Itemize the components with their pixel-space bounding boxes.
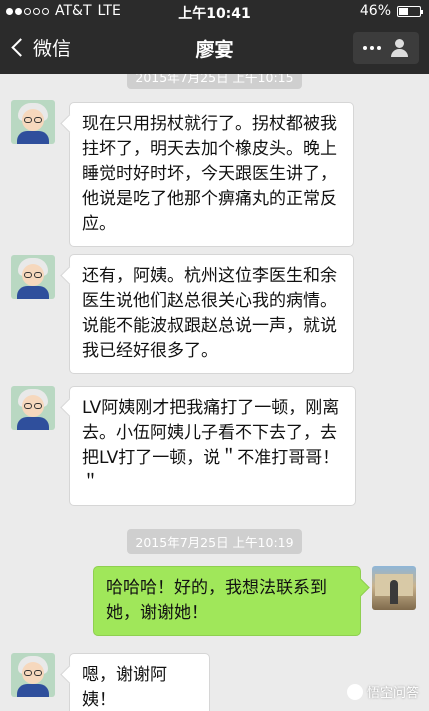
message-bubble[interactable]: LV阿姨刚才把我痛打了一顿，刚离去。小伍阿姨儿子看不下去了，去把LV打了一顿，说…	[69, 386, 356, 506]
contact-avatar[interactable]	[11, 386, 55, 430]
status-right: 46%	[359, 3, 423, 19]
message-bubble[interactable]: 还有，阿姨。杭州这位李医生和余医生说他们赵总很关心我的病情。说能不能波叔跟赵总说…	[69, 254, 354, 374]
chat-info-button[interactable]	[353, 32, 419, 64]
battery-percent: 46%	[359, 3, 391, 19]
contact-avatar[interactable]	[11, 100, 55, 144]
my-avatar[interactable]	[372, 566, 416, 610]
nav-bar: 微信 廖宴	[0, 22, 429, 74]
timestamp: 2015年7月25日 上午10:15	[0, 74, 429, 89]
message-bubble[interactable]: 现在只用拐杖就行了。拐杖都被我拄坏了，明天去加个橡皮头。晚上睡觉时好时坏，今天跟…	[69, 102, 354, 247]
person-icon	[389, 38, 409, 58]
status-bar: AT&T LTE 上午10:41 46%	[0, 0, 429, 22]
wukong-logo-icon	[346, 683, 363, 700]
message-bubble[interactable]: 嗯，谢谢阿姨！	[69, 653, 210, 711]
more-icon	[363, 46, 381, 50]
contact-avatar[interactable]	[11, 255, 55, 299]
watermark-text: 悟空问答	[366, 686, 419, 701]
timestamp: 2015年7月25日 上午10:19	[0, 529, 429, 554]
watermark: 悟空问答	[346, 682, 419, 701]
chat-area[interactable]: 2015年7月25日 上午10:15 现在只用拐杖就行了。拐杖都被我拄坏了，明天…	[0, 74, 429, 711]
message-bubble[interactable]: 哈哈哈！好的，我想法联系到她，谢谢她！	[93, 566, 361, 636]
contact-avatar[interactable]	[11, 653, 55, 697]
battery-icon	[397, 5, 423, 17]
